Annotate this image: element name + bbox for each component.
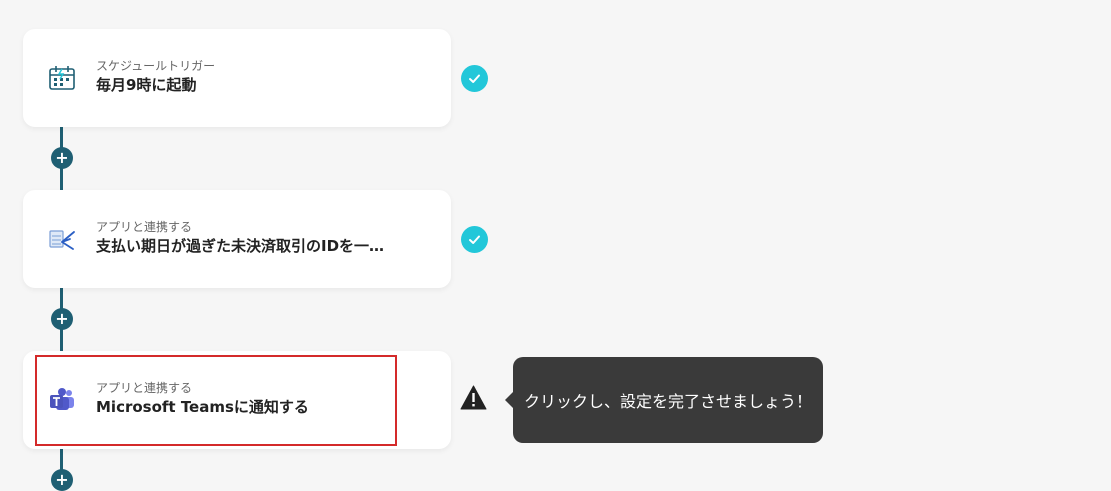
freee-accounting-icon [47, 224, 77, 254]
step-title: Microsoft Teamsに通知する [96, 398, 309, 416]
warning-icon [460, 385, 487, 410]
tooltip-text: クリックし、設定を完了させましょう！ [523, 392, 812, 411]
microsoft-teams-icon [47, 385, 77, 415]
step-title: 支払い期日が過ぎた未決済取引のIDを一… [96, 237, 385, 255]
step-card-teams-notify[interactable]: アプリと連携する Microsoft Teamsに通知する [23, 351, 451, 449]
add-step-button[interactable]: + [51, 147, 73, 169]
step-card-schedule-trigger[interactable]: スケジュールトリガー 毎月9時に起動 [23, 29, 451, 127]
add-step-button[interactable]: + [51, 308, 73, 330]
check-icon [461, 226, 488, 253]
setup-tooltip: クリックし、設定を完了させましょう！ [513, 357, 823, 443]
calendar-clock-icon [47, 63, 77, 93]
tooltip-arrow [505, 392, 513, 408]
step-type-label: アプリと連携する [96, 381, 193, 395]
step-type-label: アプリと連携する [96, 220, 193, 234]
step-card-freee-action[interactable]: アプリと連携する 支払い期日が過ぎた未決済取引のIDを一… [23, 190, 451, 288]
step-title: 毎月9時に起動 [96, 76, 197, 94]
check-icon [461, 65, 488, 92]
add-step-button[interactable]: + [51, 469, 73, 491]
step-type-label: スケジュールトリガー [96, 59, 216, 73]
